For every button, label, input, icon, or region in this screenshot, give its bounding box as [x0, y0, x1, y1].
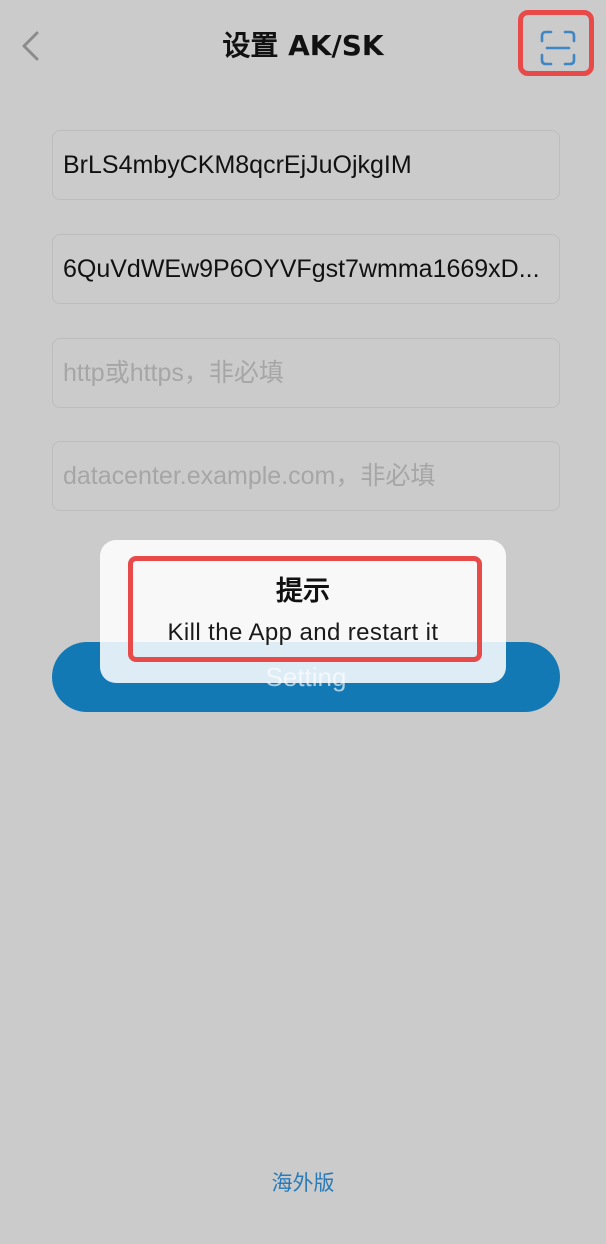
page-title: 设置 AK/SK: [222, 29, 384, 62]
toast: 提示 Kill the App and restart it: [100, 540, 506, 683]
toast-message: Kill the App and restart it: [167, 619, 439, 646]
secret-key-input[interactable]: [52, 234, 560, 304]
toast-title: 提示: [276, 576, 330, 607]
scan-button[interactable]: [538, 28, 578, 68]
host-input[interactable]: [52, 441, 560, 511]
protocol-input[interactable]: [52, 338, 560, 408]
scan-icon: [540, 30, 576, 66]
access-key-input[interactable]: [52, 130, 560, 200]
overseas-version-link[interactable]: 海外版: [0, 1169, 606, 1197]
